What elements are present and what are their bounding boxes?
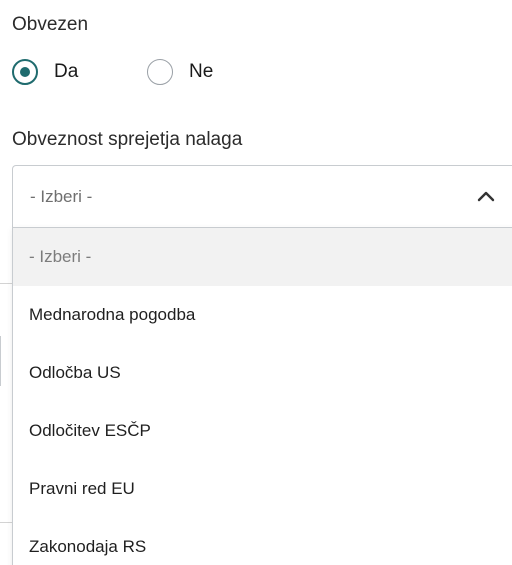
radio-option-ne[interactable]: Ne bbox=[147, 57, 213, 87]
dropdown-option-odlocitev-escp[interactable]: Odločitev ESČP bbox=[13, 402, 512, 460]
chevron-up-icon[interactable] bbox=[475, 188, 497, 204]
select-current-value: - Izberi - bbox=[30, 187, 93, 206]
background-field-edge bbox=[0, 336, 1, 386]
dropdown-option-odlocba-us[interactable]: Odločba US bbox=[13, 344, 512, 402]
radio-da-checked-icon[interactable] bbox=[12, 59, 38, 85]
obveznost-select[interactable]: - Izberi - bbox=[12, 165, 512, 227]
radio-da-label: Da bbox=[54, 61, 79, 82]
radio-option-da[interactable]: Da bbox=[12, 57, 78, 87]
dropdown-option-pravni-red-eu[interactable]: Pravni red EU bbox=[13, 460, 512, 518]
dropdown-option-izberi[interactable]: - Izberi - bbox=[13, 228, 512, 286]
background-field-edge bbox=[0, 283, 12, 284]
obvezen-label: Obvezen bbox=[12, 14, 89, 35]
form-stage: Obvezen Da Ne Obveznost sprejetja nalaga… bbox=[0, 0, 512, 565]
obveznost-dropdown-list: - Izberi - Mednarodna pogodba Odločba US… bbox=[12, 227, 512, 565]
dropdown-option-mednarodna-pogodba[interactable]: Mednarodna pogodba bbox=[13, 286, 512, 344]
obveznost-label: Obveznost sprejetja nalaga bbox=[12, 129, 243, 150]
dropdown-option-zakonodaja-rs[interactable]: Zakonodaja RS bbox=[13, 518, 512, 565]
radio-ne-label: Ne bbox=[189, 61, 214, 82]
radio-ne-unchecked-icon[interactable] bbox=[147, 59, 173, 85]
background-field-edge bbox=[0, 522, 12, 523]
